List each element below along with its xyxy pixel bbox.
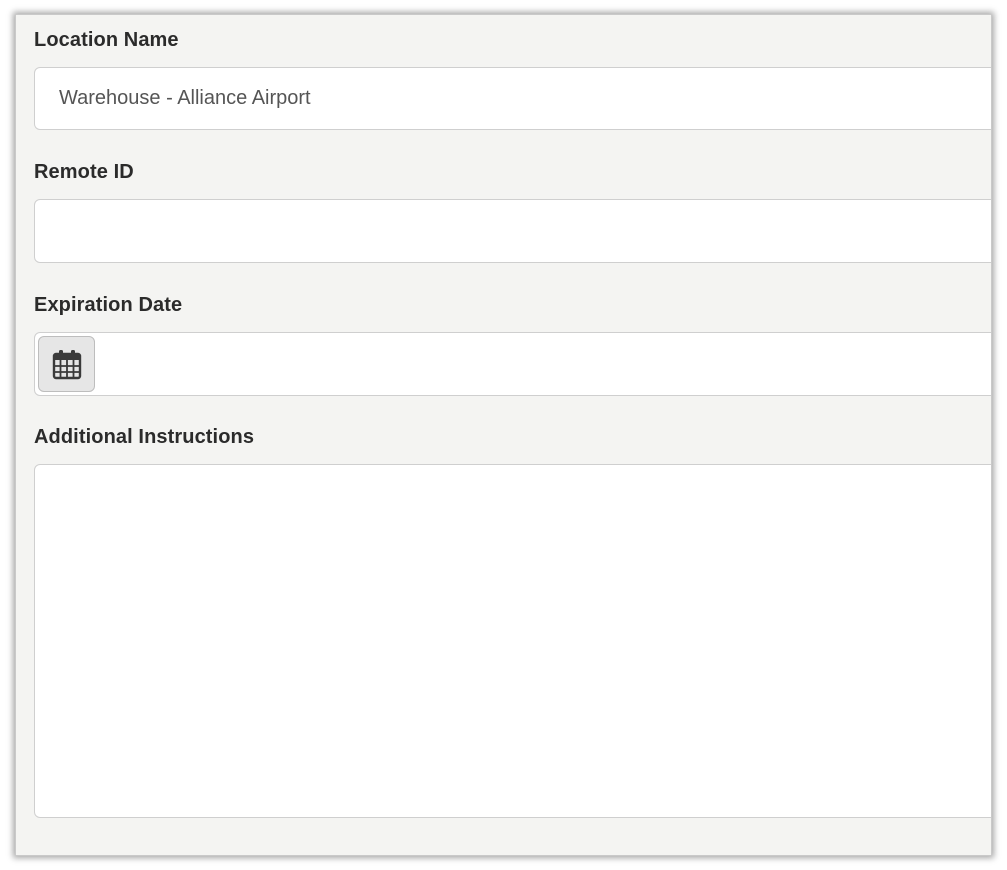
additional-instructions-textarea[interactable] bbox=[34, 464, 991, 818]
remote-id-input[interactable] bbox=[34, 199, 991, 263]
calendar-button[interactable] bbox=[38, 336, 95, 392]
location-name-value: Warehouse - Alliance Airport bbox=[59, 87, 311, 109]
calendar-icon bbox=[52, 350, 81, 380]
location-name-input[interactable]: Warehouse - Alliance Airport bbox=[34, 67, 991, 130]
additional-instructions-label: Additional Instructions bbox=[34, 426, 255, 448]
remote-id-label: Remote ID bbox=[34, 161, 134, 183]
location-name-label: Location Name bbox=[34, 29, 179, 51]
expiration-date-input[interactable] bbox=[34, 332, 991, 396]
expiration-date-label: Expiration Date bbox=[34, 294, 183, 316]
form-panel: Location Name Warehouse - Alliance Airpo… bbox=[15, 14, 992, 856]
